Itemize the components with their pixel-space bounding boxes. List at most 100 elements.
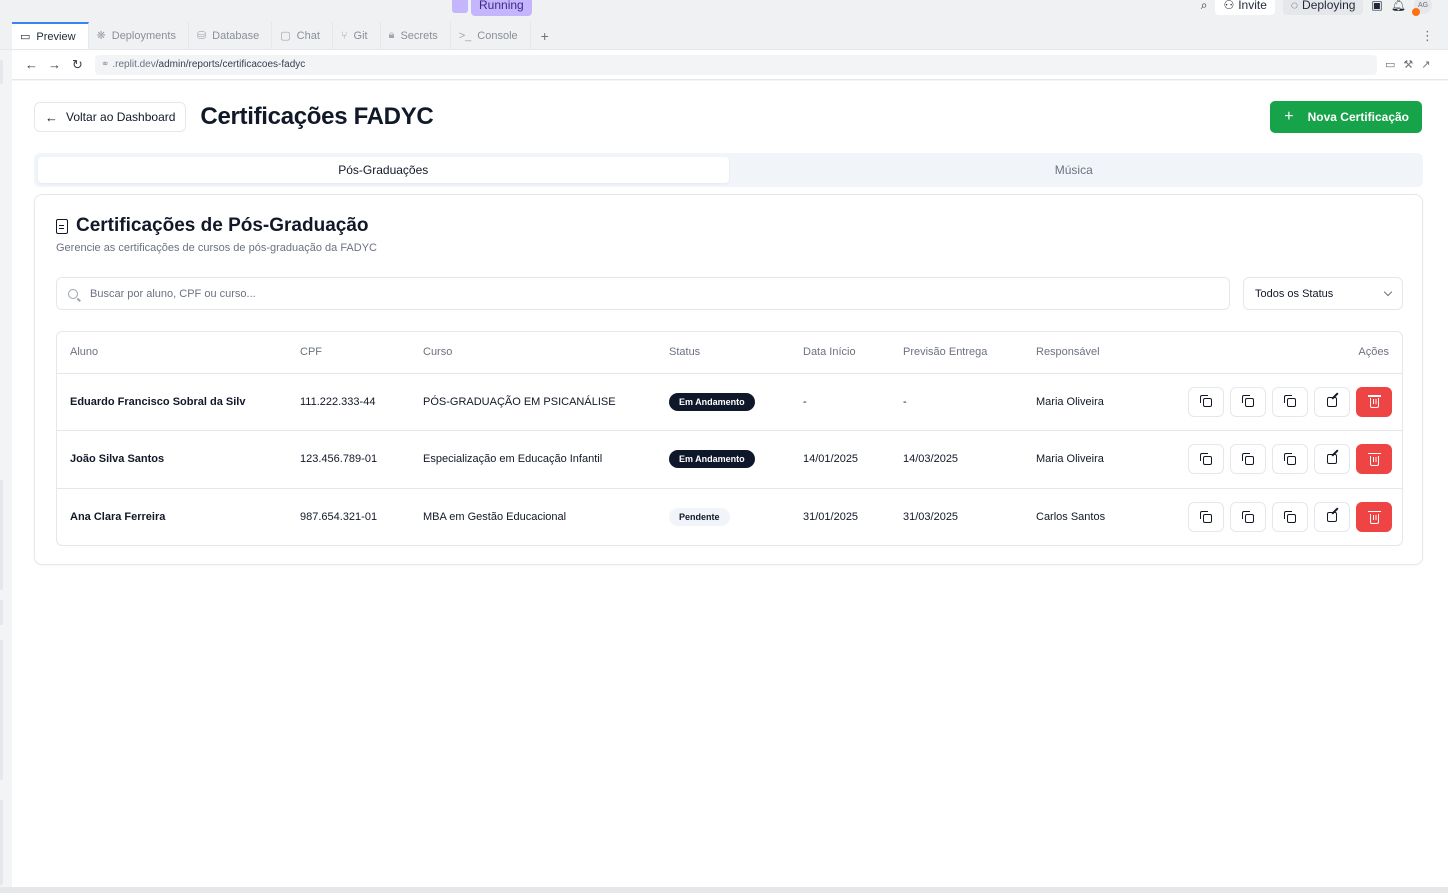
avatar-status-dot bbox=[1412, 8, 1420, 16]
cell-status: Em Andamento bbox=[656, 430, 790, 489]
add-tab-icon[interactable]: + bbox=[531, 22, 559, 49]
tab-musica[interactable]: Música bbox=[729, 157, 1420, 183]
url-field[interactable]: ⚭ .replit.dev/admin/reports/certificacoe… bbox=[95, 54, 1377, 75]
edit-icon bbox=[1327, 454, 1337, 465]
avatar-initials: AG bbox=[1417, 1, 1429, 9]
cell-curso: Especialização em Educação Infantil bbox=[410, 430, 656, 489]
copy-button[interactable] bbox=[1230, 386, 1266, 417]
invite-button[interactable]: ⚇ Invite bbox=[1215, 0, 1275, 15]
tab-chat[interactable]: ▢ Chat bbox=[272, 22, 333, 49]
more-menu-icon[interactable]: ⋮ bbox=[1407, 22, 1448, 49]
trash-icon bbox=[1367, 510, 1381, 524]
certifications-table: Aluno CPF Curso Status Data Início Previ… bbox=[56, 331, 1403, 546]
edit-button[interactable] bbox=[1314, 444, 1350, 475]
copy-button[interactable] bbox=[1272, 444, 1308, 475]
cell-actions bbox=[1148, 488, 1402, 545]
arrow-left-icon: ← bbox=[45, 109, 58, 125]
document-icon bbox=[56, 218, 68, 234]
new-button-label: Nova Certificação bbox=[1307, 110, 1409, 124]
column-header: Responsável bbox=[1023, 332, 1148, 374]
cell-responsavel: Maria Oliveira bbox=[1023, 430, 1148, 489]
copy-button[interactable] bbox=[1188, 502, 1224, 532]
chat-icon: ▢ bbox=[280, 30, 291, 42]
bell-icon[interactable]: 🔔︎ bbox=[1391, 0, 1406, 12]
cell-status: Em Andamento bbox=[656, 373, 790, 431]
gutter-mark bbox=[0, 60, 3, 84]
monitor-icon: ▭ bbox=[20, 31, 31, 43]
back-to-dashboard-button[interactable]: ← Voltar ao Dashboard bbox=[34, 102, 187, 132]
copy-icon bbox=[1199, 395, 1212, 408]
edit-icon bbox=[1327, 512, 1337, 522]
external-link-icon[interactable]: ↗ bbox=[1421, 58, 1430, 71]
cell-actions bbox=[1148, 373, 1402, 431]
cell-previsao: 31/03/2025 bbox=[903, 511, 959, 523]
avatar[interactable]: AG bbox=[1412, 0, 1432, 16]
wrench-icon[interactable]: ⚒ bbox=[1403, 58, 1413, 71]
run-status[interactable]: Running bbox=[452, 0, 532, 16]
card-subtitle: Gerencie as certificações de cursos de p… bbox=[56, 242, 377, 254]
card-title-text: Certificações de Pós-Graduação bbox=[76, 215, 369, 236]
status-filter-value: Todos os Status bbox=[1255, 287, 1334, 300]
left-gutter bbox=[0, 50, 12, 893]
window-icon[interactable]: ▣ bbox=[1371, 0, 1382, 12]
cell-aluno: Ana Clara Ferreira bbox=[70, 511, 166, 523]
table-header-row: Aluno CPF Curso Status Data Início Previ… bbox=[57, 332, 1402, 374]
card-title: Certificações de Pós-Graduação bbox=[56, 215, 369, 237]
edit-button[interactable] bbox=[1314, 502, 1350, 532]
copy-button[interactable] bbox=[1188, 386, 1224, 417]
cell-previsao: 14/03/2025 bbox=[890, 430, 1023, 489]
cell-actions bbox=[1148, 430, 1402, 489]
copy-icon bbox=[1241, 510, 1254, 523]
delete-button[interactable] bbox=[1356, 502, 1392, 532]
search-icon[interactable]: ⌕ bbox=[1201, 0, 1208, 13]
terminal-icon: >_ bbox=[458, 29, 472, 42]
new-certification-button[interactable]: + Nova Certificação bbox=[1270, 101, 1422, 133]
delete-button[interactable] bbox=[1356, 444, 1392, 475]
url-host: .replit.dev bbox=[112, 59, 156, 70]
search-input[interactable] bbox=[90, 287, 1190, 300]
devices-icon[interactable]: ▭ bbox=[1385, 58, 1395, 71]
edit-button[interactable] bbox=[1314, 386, 1350, 417]
deploy-icon: ❋ bbox=[96, 30, 106, 42]
gutter-mark bbox=[0, 640, 3, 780]
tab-deployments[interactable]: ❋ Deployments bbox=[89, 22, 189, 49]
tab-console[interactable]: >_ Console bbox=[451, 22, 531, 49]
back-arrow-icon[interactable]: ← bbox=[20, 57, 43, 72]
deploying-button[interactable]: ◌ Deploying bbox=[1282, 0, 1364, 15]
column-header: Previsão Entrega bbox=[890, 332, 1023, 374]
git-icon: ⑂ bbox=[340, 29, 348, 42]
cell-previsao: - bbox=[890, 373, 1023, 431]
search-box bbox=[56, 277, 1230, 310]
tab-secrets[interactable]: 🔒︎ Secrets bbox=[381, 22, 451, 49]
copy-button[interactable] bbox=[1272, 502, 1308, 532]
tab-pos-graduacoes[interactable]: Pós-Graduações bbox=[38, 157, 729, 183]
database-icon: ⛁ bbox=[196, 30, 207, 42]
address-bar: ← → ↻ ⚭ .replit.dev/admin/reports/certif… bbox=[0, 50, 1448, 80]
copy-button[interactable] bbox=[1230, 444, 1266, 475]
gutter-mark bbox=[0, 600, 3, 625]
tab-git[interactable]: ⑂ Git bbox=[333, 22, 381, 49]
tab-preview[interactable]: ▭ Preview bbox=[12, 22, 89, 49]
forward-arrow-icon[interactable]: → bbox=[43, 57, 66, 72]
chevron-down-icon bbox=[1383, 287, 1393, 296]
ide-top-strip: Running ⌕ ⚇ Invite ◌ Deploying ▣ 🔔︎ AG bbox=[0, 0, 1448, 22]
status-filter-select[interactable]: Todos os Status bbox=[1243, 277, 1403, 310]
back-label: Voltar ao Dashboard bbox=[66, 110, 176, 124]
link-icon: ⚭ bbox=[101, 59, 110, 70]
page-title: Certificações FADYC bbox=[200, 103, 434, 130]
copy-icon bbox=[1199, 452, 1212, 465]
app-viewport: ← Voltar ao Dashboard Certificações FADY… bbox=[12, 81, 1448, 887]
column-header: Curso bbox=[410, 332, 656, 374]
copy-button[interactable] bbox=[1230, 502, 1266, 532]
deploying-label: Deploying bbox=[1302, 0, 1356, 12]
copy-button[interactable] bbox=[1188, 444, 1224, 475]
tab-database[interactable]: ⛁ Database bbox=[189, 22, 273, 49]
column-header: Aluno bbox=[57, 332, 287, 374]
delete-button[interactable] bbox=[1356, 386, 1392, 417]
reload-icon[interactable]: ↻ bbox=[66, 57, 89, 73]
table-row: Ana Clara Ferreira 987.654.321-01 MBA em… bbox=[57, 488, 1402, 545]
copy-button[interactable] bbox=[1272, 386, 1308, 417]
cell-data-inicio: 31/01/2025 bbox=[803, 511, 859, 523]
cell-aluno: Eduardo Francisco Sobral da Silv bbox=[57, 373, 287, 431]
add-user-icon: ⚇ bbox=[1223, 0, 1235, 12]
